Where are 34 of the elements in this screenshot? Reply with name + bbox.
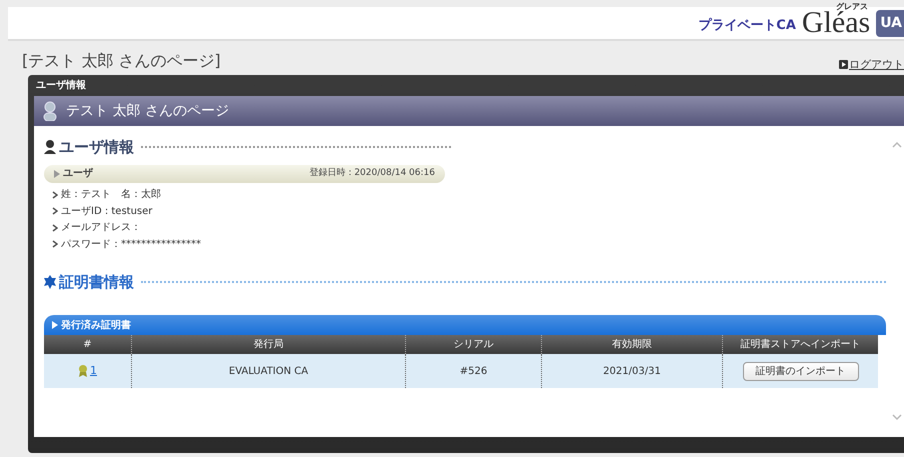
logo-kana: グレアス <box>836 2 868 11</box>
page-title: [テスト 太郎 さんのページ] <box>22 50 221 72</box>
table-cell: 2021/03/31 <box>541 354 722 388</box>
field-text: 姓：テスト 名：太郎 <box>61 188 161 202</box>
triangle-icon <box>52 321 58 329</box>
play-icon <box>839 60 848 70</box>
table-cell: EVALUATION CA <box>131 354 405 388</box>
logout-link[interactable]: ログアウト <box>839 56 904 73</box>
section-heading: 証明書情報 <box>59 272 134 292</box>
column-header: シリアル <box>405 335 541 354</box>
column-header: 発行局 <box>131 335 405 354</box>
person-icon <box>44 140 56 154</box>
section-heading: ユーザ情報 <box>59 137 134 158</box>
scroll-down-icon <box>892 414 902 421</box>
table-cell: #526 <box>405 354 541 388</box>
banner-title: テスト 太郎 さんのページ <box>66 102 229 120</box>
column-header: 証明書ストアへインポート <box>722 335 878 354</box>
registered-time: 登録日時：2020/08/14 06:16 <box>309 166 435 180</box>
import-button[interactable]: 証明書のインポート <box>742 362 858 380</box>
panel-title: ユーザ情報 <box>35 78 87 93</box>
certificate-link[interactable]: 1 <box>90 362 97 380</box>
field-text: メールアドレス： <box>61 221 141 236</box>
bar-label: ユーザ <box>63 166 93 181</box>
ribbon-icon <box>78 365 88 377</box>
table-title: 発行済み証明書 <box>61 318 131 332</box>
scroll-up-icon <box>892 141 902 148</box>
user-icon <box>42 101 58 121</box>
column-header: 有効期限 <box>541 335 722 354</box>
field-text: ユーザID : testuser <box>61 204 152 219</box>
product-label: プライベートCA <box>698 16 796 36</box>
triangle-icon <box>54 170 60 178</box>
column-header: # <box>44 335 131 354</box>
product-badge: UA <box>876 10 904 36</box>
field-text: パスワード：**************** <box>61 238 201 252</box>
